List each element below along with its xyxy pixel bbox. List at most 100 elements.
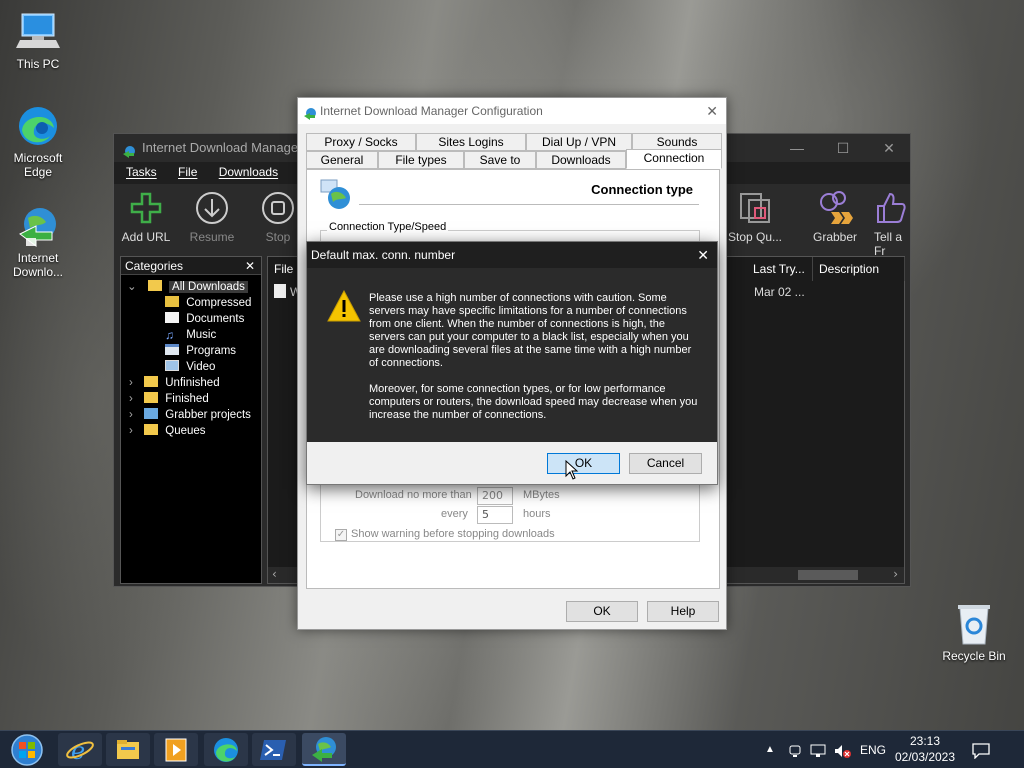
desktop-icon-edge[interactable]: Microsoft Edge xyxy=(2,104,74,179)
taskbar-media-player-button[interactable] xyxy=(154,733,198,766)
media-player-icon xyxy=(165,738,187,762)
close-icon[interactable]: ✕ xyxy=(245,257,255,275)
scrollbar-thumb[interactable] xyxy=(798,570,858,580)
taskbar-clock[interactable]: 23:13 02/03/2023 xyxy=(892,733,958,765)
tab-file-types[interactable]: File types xyxy=(378,151,464,169)
resume-button[interactable]: Resume xyxy=(177,190,247,244)
chevron-right-icon: › xyxy=(129,377,133,389)
every-unit: hours xyxy=(523,508,551,520)
language-indicator[interactable]: ENG xyxy=(860,731,886,769)
powershell-icon xyxy=(260,740,286,760)
taskbar-idm-button[interactable] xyxy=(302,733,346,766)
config-ok-button[interactable]: OK xyxy=(566,601,638,622)
every-hours-field[interactable]: 5 xyxy=(477,506,513,524)
tree-item-unfinished[interactable]: › Unfinished xyxy=(129,375,269,391)
idm-globe-icon xyxy=(16,204,60,248)
chevron-up-icon[interactable]: ▲ xyxy=(765,731,775,769)
chevron-left-icon[interactable]: ‹ xyxy=(272,567,277,581)
recycle-bin-icon xyxy=(952,602,996,646)
minimize-icon[interactable]: — xyxy=(774,134,820,162)
document-icon xyxy=(165,312,179,323)
desktop-icon-idm[interactable]: Internet Downlo... xyxy=(2,204,74,279)
file-icon xyxy=(274,284,286,298)
alert-cancel-button[interactable]: Cancel xyxy=(629,453,702,474)
categories-panel: Categories ✕ ⌄ All Downloads Compressed … xyxy=(120,256,262,584)
conn-number-alert-dialog: Default max. conn. number ✕ Please use a… xyxy=(306,241,718,485)
stop-queue-button[interactable]: Stop Qu... xyxy=(720,190,790,244)
alert-message-paragraph-1: Please use a high number of connections … xyxy=(369,292,692,369)
tab-save-to[interactable]: Save to xyxy=(464,151,536,169)
download-limit-field[interactable]: 200 xyxy=(477,487,513,505)
chevron-right-icon[interactable]: › xyxy=(893,567,898,581)
alert-titlebar[interactable]: Default max. conn. number ✕ xyxy=(307,242,717,268)
config-section-title: Connection type xyxy=(591,182,693,197)
folder-icon xyxy=(144,376,159,387)
warning-icon xyxy=(327,289,361,325)
taskbar: e ▲ ENG 23:13 02/03/2023 xyxy=(0,730,1024,768)
tree-item-finished[interactable]: › Finished xyxy=(129,391,269,407)
plus-icon xyxy=(128,190,164,226)
notification-icon[interactable] xyxy=(972,731,990,769)
grabber-button[interactable]: Grabber xyxy=(800,190,870,244)
config-help-button[interactable]: Help xyxy=(647,601,719,622)
maximize-icon[interactable]: ☐ xyxy=(820,134,866,162)
mouse-cursor-icon xyxy=(565,459,579,483)
taskbar-edge-button[interactable] xyxy=(204,733,248,766)
close-icon[interactable]: ✕ xyxy=(866,134,912,162)
tree-item-queues[interactable]: › Queues xyxy=(129,423,269,439)
network-icon[interactable] xyxy=(810,731,826,769)
config-dialog-titlebar[interactable]: Internet Download Manager Configuration … xyxy=(298,98,726,124)
clock-time: 23:13 xyxy=(909,734,941,748)
volume-muted-icon[interactable] xyxy=(834,731,852,769)
taskbar-explorer-button[interactable] xyxy=(106,733,150,766)
chevron-right-icon: › xyxy=(129,409,133,421)
taskbar-powershell-button[interactable] xyxy=(252,733,296,766)
clock-date: 02/03/2023 xyxy=(894,750,956,764)
download-limit-label: Download no more than xyxy=(355,489,472,501)
alert-body: Please use a high number of connections … xyxy=(307,268,717,442)
tree-item-all-downloads[interactable]: ⌄ All Downloads xyxy=(127,279,267,295)
tab-downloads[interactable]: Downloads xyxy=(536,151,626,169)
video-icon xyxy=(165,360,179,371)
music-note-icon: ♫ xyxy=(165,328,174,342)
alert-footer: OK Cancel xyxy=(307,442,717,484)
desktop-icon-recycle-bin[interactable]: Recycle Bin xyxy=(938,602,1010,663)
svg-text:e: e xyxy=(71,737,85,765)
categories-header: Categories ✕ xyxy=(121,257,261,275)
tab-connection[interactable]: Connection xyxy=(626,149,722,169)
thumbs-up-icon xyxy=(872,190,908,226)
desktop-icon-label: This PC xyxy=(16,57,60,71)
arrow-down-circle-icon xyxy=(194,190,230,226)
program-window-icon xyxy=(165,344,179,355)
alert-message-paragraph-2: Moreover, for some connection types, or … xyxy=(369,383,698,421)
column-header-description[interactable]: Description xyxy=(813,257,905,281)
chevron-down-icon: ⌄ xyxy=(127,281,137,293)
show-warning-checkbox[interactable]: ✓ xyxy=(335,529,347,541)
close-icon[interactable]: ✕ xyxy=(697,242,709,268)
stop-queue-icon xyxy=(737,190,773,226)
column-header-last-try[interactable]: Last Try... xyxy=(747,257,813,281)
alert-ok-button[interactable]: OK xyxy=(547,453,620,474)
alert-title: Default max. conn. number xyxy=(311,248,456,262)
tab-proxy-socks[interactable]: Proxy / Socks xyxy=(306,133,416,151)
tab-sites-logins[interactable]: Sites Logins xyxy=(416,133,526,151)
tell-a-friend-button[interactable]: Tell a Fr xyxy=(866,190,912,258)
add-url-button[interactable]: Add URL xyxy=(111,190,181,244)
internet-explorer-icon: e xyxy=(66,737,94,765)
folder-open-icon xyxy=(147,280,162,291)
tab-dial-up-vpn[interactable]: Dial Up / VPN xyxy=(526,133,632,151)
desktop-icon-label: Internet Downlo... xyxy=(12,251,64,279)
meet-now-icon[interactable] xyxy=(788,731,802,769)
edge-icon xyxy=(214,738,238,762)
desktop-icon-this-pc[interactable]: This PC xyxy=(2,10,74,71)
archive-icon xyxy=(165,296,179,307)
folder-check-icon xyxy=(144,392,159,403)
menu-downloads[interactable]: Downloads xyxy=(213,162,284,182)
tree-item-grabber-projects[interactable]: › Grabber projects xyxy=(129,407,269,423)
tab-general[interactable]: General xyxy=(306,151,378,169)
menu-file[interactable]: File xyxy=(172,162,203,182)
taskbar-ie-button[interactable]: e xyxy=(58,733,102,766)
close-icon[interactable]: ✕ xyxy=(706,98,718,124)
computer-icon xyxy=(16,10,60,54)
start-button[interactable] xyxy=(4,733,50,766)
